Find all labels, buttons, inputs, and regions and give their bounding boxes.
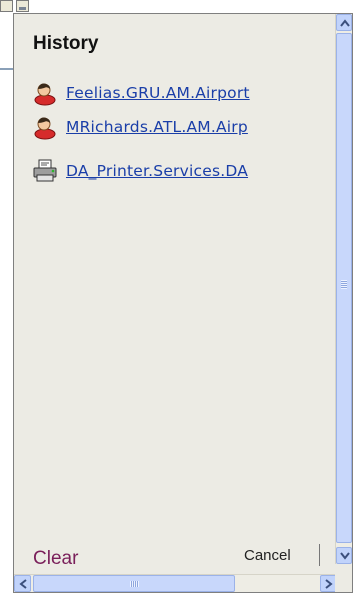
grip-icon	[130, 581, 139, 587]
scroll-left-button[interactable]	[14, 575, 31, 592]
chevron-right-icon	[325, 579, 333, 589]
history-item-da-printer[interactable]: DA_Printer.Services.DA	[32, 158, 248, 184]
minimize-button[interactable]	[16, 0, 29, 12]
horizontal-scrollbar[interactable]	[14, 574, 337, 592]
clear-link[interactable]: Clear	[33, 548, 78, 570]
scrollbar-corner	[335, 574, 352, 592]
history-item-label: DA_Printer.Services.DA	[66, 162, 249, 180]
scroll-up-button[interactable]	[336, 14, 352, 31]
chevron-up-icon	[340, 19, 350, 27]
cancel-button[interactable]: Cancel	[234, 544, 320, 566]
history-item-label: MRichards.ATL.AM.Airp	[66, 118, 248, 136]
history-item-label: Feelias.GRU.AM.Airport	[66, 84, 250, 102]
vertical-scrollbar[interactable]	[335, 14, 352, 564]
grip-icon	[341, 280, 347, 289]
horizontal-scroll-thumb[interactable]	[33, 575, 235, 592]
user-icon	[32, 114, 58, 140]
window-button[interactable]	[0, 0, 13, 12]
printer-icon	[32, 158, 58, 184]
scroll-down-button[interactable]	[336, 547, 352, 564]
chevron-left-icon	[19, 579, 27, 589]
history-title: History	[33, 33, 99, 54]
history-panel: History Feelias.GRU.AM.Airport MRichards…	[13, 13, 353, 593]
chevron-down-icon	[340, 552, 350, 560]
top-strip	[0, 0, 353, 14]
user-icon	[32, 80, 58, 106]
history-item-mrichards[interactable]: MRichards.ATL.AM.Airp	[32, 114, 248, 140]
history-item-feelias[interactable]: Feelias.GRU.AM.Airport	[32, 80, 250, 106]
vertical-scroll-thumb[interactable]	[336, 33, 352, 543]
